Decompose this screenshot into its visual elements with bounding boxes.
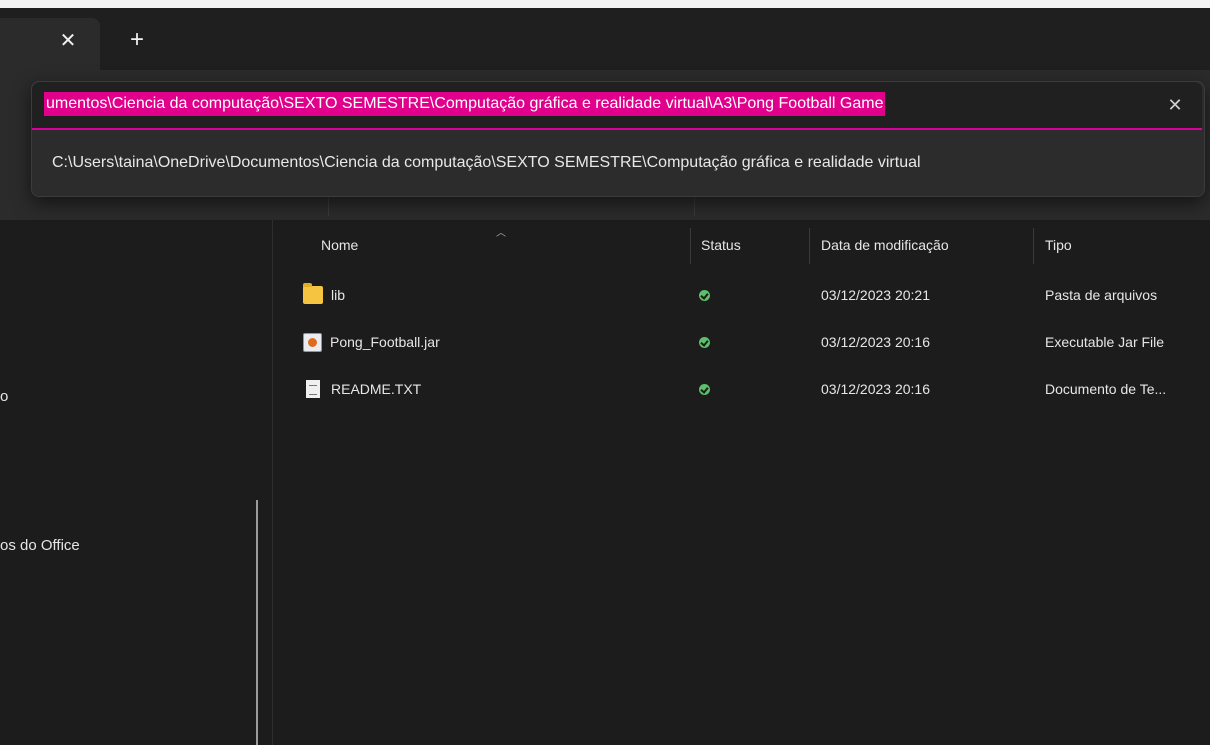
file-row[interactable]: lib 03/12/2023 20:21 Pasta de arquivos: [273, 273, 1210, 317]
file-row[interactable]: README.TXT 03/12/2023 20:16 Documento de…: [273, 367, 1210, 411]
column-header: ︿ Nome Status Data de modificação Tipo: [273, 222, 1210, 268]
address-selected-text[interactable]: umentos\Ciencia da computação\SEXTO SEME…: [44, 92, 886, 116]
window-top-edge: [0, 0, 1210, 8]
file-type: Pasta de arquivos: [1045, 287, 1158, 303]
close-tab-icon[interactable]: ✕: [56, 28, 80, 52]
sidebar-item-label: o: [0, 388, 9, 405]
active-tab[interactable]: [0, 18, 100, 70]
tab-bar: ✕ +: [0, 0, 1210, 70]
file-modified: 03/12/2023 20:16: [821, 381, 930, 397]
sidebar-item[interactable]: o: [0, 388, 8, 405]
address-suggestion[interactable]: C:\Users\taina\OneDrive\Documentos\Cienc…: [32, 142, 1202, 184]
jar-file-icon: [303, 332, 322, 352]
new-tab-icon[interactable]: +: [124, 26, 150, 53]
column-modified[interactable]: Data de modificação: [821, 222, 949, 268]
file-type: Documento de Te...: [1045, 381, 1167, 397]
sidebar-item-label: os do Office: [0, 537, 80, 554]
column-separator[interactable]: [690, 228, 691, 264]
sync-ok-icon: [699, 337, 710, 348]
toolbar-divider: [328, 196, 329, 216]
column-name[interactable]: Nome: [321, 222, 358, 268]
file-name: README.TXT: [331, 381, 422, 397]
navigation-pane: o os do Office: [0, 220, 273, 745]
file-type: Executable Jar File: [1045, 334, 1165, 350]
suggestion-text: C:\Users\taina\OneDrive\Documentos\Cienc…: [52, 154, 921, 171]
clear-address-icon[interactable]: ✕: [1162, 92, 1188, 118]
address-input[interactable]: umentos\Ciencia da computação\SEXTO SEME…: [32, 82, 1202, 130]
file-name: lib: [331, 287, 346, 303]
file-name: Pong_Football.jar: [330, 334, 440, 350]
sync-ok-icon: [699, 290, 710, 301]
sort-ascending-icon: ︿: [496, 228, 506, 239]
file-name-cell: lib: [303, 273, 345, 317]
address-bar-popup: umentos\Ciencia da computação\SEXTO SEME…: [31, 81, 1205, 197]
text-file-icon: [306, 380, 320, 398]
file-name-cell: Pong_Football.jar: [303, 320, 440, 364]
file-modified: 03/12/2023 20:21: [821, 287, 930, 303]
toolbar-divider: [694, 196, 695, 216]
folder-icon: [303, 283, 323, 304]
sync-ok-icon: [699, 384, 710, 395]
sidebar-scrollbar[interactable]: [256, 500, 258, 745]
file-name-cell: README.TXT: [303, 367, 421, 411]
file-modified: 03/12/2023 20:16: [821, 334, 930, 350]
sidebar-item[interactable]: os do Office: [0, 537, 80, 554]
column-type[interactable]: Tipo: [1045, 222, 1072, 268]
column-status[interactable]: Status: [701, 222, 741, 268]
file-row[interactable]: Pong_Football.jar 03/12/2023 20:16 Execu…: [273, 320, 1210, 364]
column-separator[interactable]: [809, 228, 810, 264]
column-separator[interactable]: [1033, 228, 1034, 264]
